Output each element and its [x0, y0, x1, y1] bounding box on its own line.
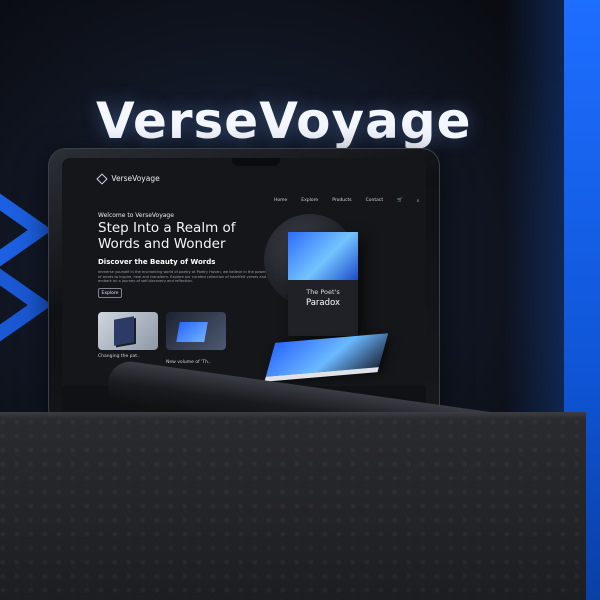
- hero-paragraph: Immerse yourself in the enchanting world…: [98, 270, 267, 284]
- hero-headline: Step Into a Realm of Words and Wonder: [98, 220, 236, 252]
- welcome-text: Welcome to VerseVoyage: [98, 212, 174, 219]
- hero-subhead: Discover the Beauty of Words: [98, 258, 216, 266]
- concrete-pedestal: [0, 418, 586, 600]
- search-icon[interactable]: ⌕: [417, 198, 420, 204]
- site-logo[interactable]: VerseVoyage: [96, 173, 160, 185]
- hero-book-standing: The Poet's Paradox: [288, 232, 358, 336]
- marketing-scene: VerseVoyage VerseVoyage Home Explore Pro…: [0, 0, 600, 600]
- brand-title: VerseVoyage: [96, 92, 472, 150]
- camera-notch: [232, 158, 280, 166]
- book-thumbnail-icon: [114, 316, 134, 346]
- book-thumbnail-icon: [176, 322, 208, 342]
- book-title-line2: Paradox: [305, 298, 341, 308]
- site-logo-text: VerseVoyage: [111, 174, 160, 183]
- cart-icon[interactable]: 🛒: [397, 198, 403, 204]
- nav-products[interactable]: Products: [332, 198, 351, 204]
- thumbnail-caption-1: Changing the pat..: [98, 354, 140, 359]
- nav-menu: Home Explore Products Contact 🛒 ⌕: [274, 198, 419, 204]
- nav-contact[interactable]: Contact: [366, 198, 384, 204]
- logo-mark-icon: [96, 173, 108, 185]
- explore-button[interactable]: Explore: [98, 288, 122, 298]
- bird-art-icon: [288, 232, 358, 280]
- book-pages: [264, 367, 379, 382]
- book-title-line1: The Poet's: [306, 288, 340, 296]
- thumbnail-2[interactable]: [166, 312, 226, 350]
- nav-explore[interactable]: Explore: [301, 198, 318, 204]
- site-nav: VerseVoyage: [62, 173, 426, 188]
- nav-home[interactable]: Home: [274, 198, 287, 204]
- hero-book-lying: [264, 333, 389, 382]
- thumbnail-1[interactable]: [98, 312, 158, 350]
- thumbnail-caption-2: New volume of 'Th..: [166, 360, 211, 365]
